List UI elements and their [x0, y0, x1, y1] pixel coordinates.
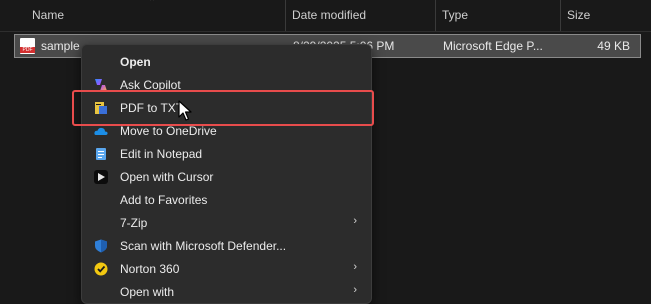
cursor-app-icon	[94, 170, 108, 184]
chevron-right-icon: ›	[353, 215, 357, 227]
norton-icon	[94, 262, 108, 276]
highlight-annotation-box	[72, 90, 374, 126]
context-menu: Open Ask Copilot PDF to TXT Move to OneD…	[81, 44, 372, 304]
column-name-label: Name	[32, 8, 65, 22]
column-date-modified-label: Date modified	[292, 8, 367, 22]
file-type: Microsoft Edge P...	[443, 39, 543, 53]
menu-item-7-zip[interactable]: 7-Zip ›	[82, 212, 371, 235]
column-type-header[interactable]: Type	[436, 0, 560, 31]
file-size: 49 KB	[597, 39, 630, 53]
chevron-right-icon: ›	[353, 261, 357, 273]
file-name: sample	[41, 39, 80, 53]
menu-item-label: 7-Zip	[120, 216, 148, 230]
menu-item-add-to-favorites[interactable]: Add to Favorites	[82, 189, 371, 212]
mouse-pointer-icon	[178, 100, 192, 121]
menu-item-label: Norton 360	[120, 262, 180, 276]
pdf-file-icon	[20, 38, 35, 54]
menu-item-label: Move to OneDrive	[120, 124, 217, 138]
column-size-label: Size	[567, 8, 591, 22]
sort-ascending-icon: ⌃	[148, 0, 157, 8]
menu-item-label: Add to Favorites	[120, 193, 208, 207]
menu-item-label: Edit in Notepad	[120, 147, 203, 161]
column-type-label: Type	[442, 8, 469, 22]
menu-item-label: Open	[120, 55, 151, 69]
defender-shield-icon	[95, 239, 107, 253]
notepad-icon	[96, 148, 106, 160]
onedrive-icon	[94, 127, 108, 135]
menu-item-label: Scan with Microsoft Defender...	[120, 239, 287, 253]
menu-item-open[interactable]: Open	[82, 51, 371, 74]
menu-item-label: Open with Cursor	[120, 170, 214, 184]
chevron-right-icon: ›	[353, 284, 357, 296]
menu-item-open-with-cursor[interactable]: Open with Cursor	[82, 166, 371, 189]
menu-item-scan-with-defender[interactable]: Scan with Microsoft Defender...	[82, 235, 371, 258]
column-header-bar: Name ⌃ Date modified Type Size	[0, 0, 651, 32]
menu-item-open-with[interactable]: Open with ›	[82, 281, 371, 304]
menu-item-norton-360[interactable]: Norton 360 ›	[82, 258, 371, 281]
column-size-header[interactable]: Size	[561, 0, 651, 31]
menu-item-label: Open with	[120, 285, 175, 299]
column-date-modified-header[interactable]: Date modified	[286, 0, 434, 31]
menu-item-edit-in-notepad[interactable]: Edit in Notepad	[82, 143, 371, 166]
